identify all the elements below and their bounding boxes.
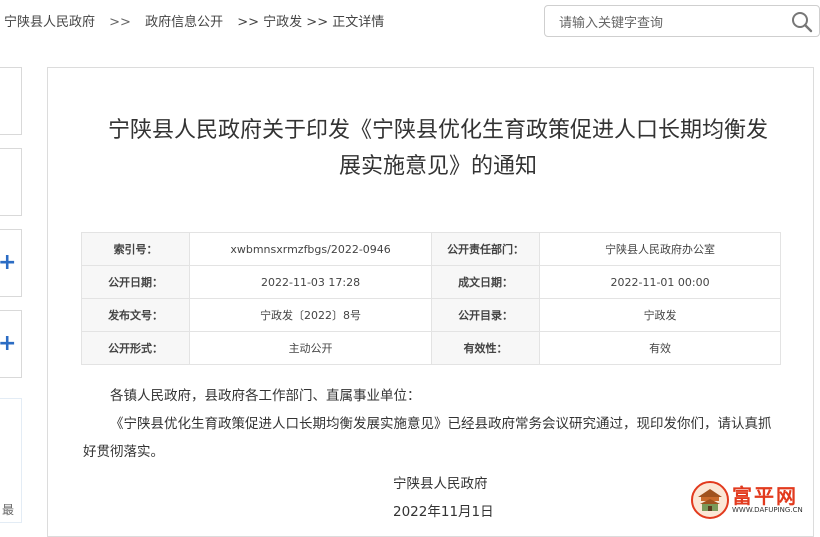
meta-value: 有效: [539, 331, 781, 365]
salutation: 各镇人民政府，县政府各工作部门、直属事业单位：: [110, 388, 421, 404]
plus-icon[interactable]: +: [0, 333, 16, 355]
sidebar-tab-5[interactable]: 最: [0, 398, 22, 523]
article-body: 各镇人民政府，县政府各工作部门、直属事业单位： 《宁陕县优化生育政策促进人口长期…: [83, 382, 783, 466]
watermark-logo: 富平网 WWW.DAFUPING.CN: [688, 478, 818, 523]
plus-icon[interactable]: +: [0, 252, 16, 274]
search-icon[interactable]: [791, 11, 813, 33]
metadata-table: 索引号： xwbmnsxrmzfbgs/2022-0946 公开责任部门： 宁陕县人民…: [80, 232, 781, 365]
article-card: 宁陕县人民政府关于印发《宁陕县优化生育政策促进人口长期均衡发展实施意见》的通知 …: [47, 67, 814, 537]
meta-label: 公开形式：: [80, 331, 191, 365]
top-bar: 宁陕县人民政府 >> 政府信息公开 >> 宁政发 >> 正文详情: [0, 0, 820, 44]
sidebar-expand-tab-2[interactable]: +: [0, 310, 22, 378]
watermark-url: WWW.DAFUPING.CN: [732, 506, 803, 514]
metadata-row: 发布文号： 宁政发〔2022〕8号 公开目录： 宁政发: [80, 298, 781, 332]
meta-value: 宁政发: [539, 298, 781, 332]
article-title: 宁陕县人民政府关于印发《宁陕县优化生育政策促进人口长期均衡发展实施意见》的通知: [108, 118, 769, 179]
search-input[interactable]: [557, 12, 781, 34]
metadata-row: 公开形式： 主动公开 有效性： 有效: [80, 331, 781, 365]
pavilion-icon: [691, 481, 729, 519]
meta-label: 有效性：: [430, 331, 541, 365]
signature: 宁陕县人民政府: [393, 476, 488, 492]
sidebar-tab-2[interactable]: [0, 148, 22, 216]
meta-label: 索引号：: [80, 232, 191, 266]
meta-value: 宁陕县人民政府办公室: [539, 232, 781, 266]
meta-value: xwbmnsxrmzfbgs/2022-0946: [189, 232, 432, 266]
sidebar-partial-text: 最: [2, 503, 15, 517]
metadata-row: 索引号： xwbmnsxrmzfbgs/2022-0946 公开责任部门： 宁陕县人民…: [80, 232, 781, 266]
meta-label: 公开责任部门：: [430, 232, 541, 266]
breadcrumb-separator: >>: [109, 15, 131, 30]
breadcrumb-tail[interactable]: >> 宁政发 >> 正文详情: [237, 15, 384, 30]
body-paragraph: 《宁陕县优化生育政策促进人口长期均衡发展实施意见》已经县政府常务会议研究通过，现…: [83, 416, 772, 460]
signature-date: 2022年11月1日: [393, 504, 494, 520]
watermark-name: 富平网: [732, 484, 798, 508]
metadata-row: 公开日期： 2022-11-03 17:28 成文日期： 2022-11-01 00:…: [80, 265, 781, 299]
meta-value: 主动公开: [189, 331, 432, 365]
meta-value: 2022-11-03 17:28: [189, 265, 432, 299]
meta-label: 发布文号：: [80, 298, 191, 332]
search-box: [544, 5, 820, 37]
sidebar-expand-tab-1[interactable]: +: [0, 229, 22, 297]
meta-label: 成文日期：: [430, 265, 541, 299]
breadcrumb-section[interactable]: 政府信息公开: [145, 15, 223, 30]
sidebar-tab-1[interactable]: [0, 67, 22, 135]
meta-label: 公开目录：: [430, 298, 541, 332]
meta-label: 公开日期：: [80, 265, 191, 299]
breadcrumb: 宁陕县人民政府 >> 政府信息公开 >> 宁政发 >> 正文详情: [4, 11, 394, 30]
meta-value: 宁政发〔2022〕8号: [189, 298, 432, 332]
meta-value: 2022-11-01 00:00: [539, 265, 781, 299]
breadcrumb-home[interactable]: 宁陕县人民政府: [4, 15, 95, 30]
